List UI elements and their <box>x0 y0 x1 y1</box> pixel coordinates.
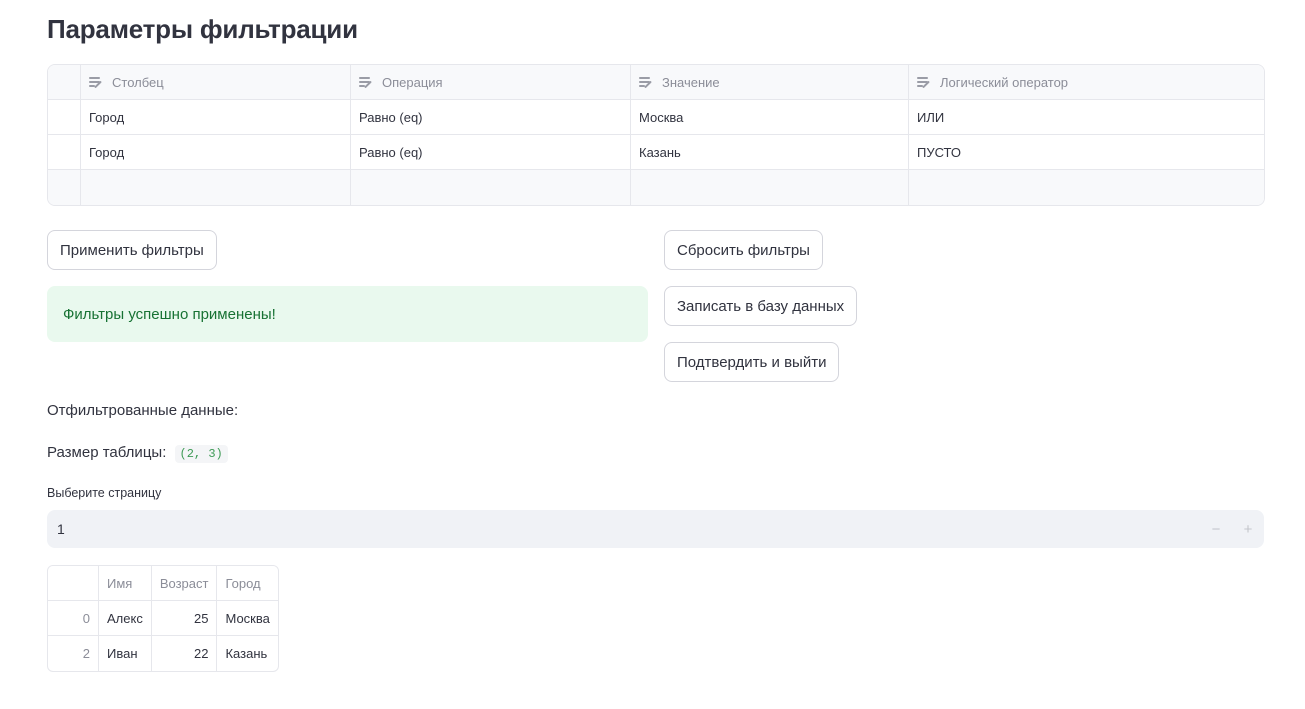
table-cell: Казань <box>225 646 268 661</box>
page-number-input[interactable]: 1 − + <box>47 510 1264 548</box>
table-size-line: Размер таблицы: (2, 3) <box>47 444 228 463</box>
grid-header-label: Столбец <box>112 74 164 90</box>
filter-editor-grid[interactable]: Столбец Операция Значение Логический опе… <box>47 64 1265 206</box>
table-cell: 22 <box>152 636 218 671</box>
grid-cell[interactable]: Город <box>81 135 351 169</box>
page-select-label: Выберите страницу <box>47 486 162 500</box>
reset-filters-button[interactable]: Сбросить фильтры <box>664 230 823 270</box>
grid-cell-empty[interactable] <box>631 170 909 205</box>
grid-header-value[interactable]: Значение <box>631 65 909 99</box>
grid-row-index[interactable] <box>48 170 81 205</box>
grid-cell[interactable]: Москва <box>631 100 909 134</box>
grid-cell[interactable]: ПУСТО <box>909 135 1264 169</box>
grid-cell[interactable]: Равно (eq) <box>351 100 631 134</box>
grid-cell[interactable]: ИЛИ <box>909 100 1264 134</box>
save-to-database-button[interactable]: Записать в базу данных <box>664 286 858 326</box>
grid-header-label: Значение <box>662 74 720 90</box>
increment-button[interactable]: + <box>1232 510 1264 548</box>
page-title: Параметры фильтрации <box>47 14 358 44</box>
table-cell: Алекс <box>99 601 152 636</box>
grid-cell-empty[interactable] <box>909 170 1264 205</box>
grid-cell[interactable]: Равно (eq) <box>351 135 631 169</box>
edit-icon <box>89 76 104 89</box>
edit-icon <box>639 76 654 89</box>
confirm-and-exit-button[interactable]: Подтвердить и выйти <box>664 342 840 382</box>
grid-row-index[interactable] <box>48 100 81 134</box>
grid-row: Город Равно (eq) Казань ПУСТО <box>48 135 1264 170</box>
table-cell: Иван <box>99 636 152 671</box>
grid-header-logic-operator[interactable]: Логический оператор <box>909 65 1264 99</box>
table-size-value: (2, 3) <box>174 445 228 463</box>
table-header-row: Имя Возраст Город <box>48 566 278 601</box>
grid-header-label: Операция <box>382 74 443 90</box>
grid-cell-empty[interactable] <box>351 170 631 205</box>
column-header[interactable]: Возраст <box>151 566 218 601</box>
edit-icon <box>359 76 374 89</box>
grid-cell[interactable]: Казань <box>631 135 909 169</box>
table-size-label: Размер таблицы: <box>47 444 167 461</box>
grid-header-column[interactable]: Столбец <box>81 65 351 99</box>
table-cell: 25 <box>151 601 218 636</box>
filtered-data-table: Имя Возраст Город 0 Алекс 25 Москва 2 Ив… <box>47 565 279 672</box>
page-number-value[interactable]: 1 <box>47 521 1200 537</box>
apply-filters-button[interactable]: Применить фильтры <box>47 230 217 270</box>
table-cell: Москва <box>217 601 278 636</box>
edit-icon <box>917 76 932 89</box>
row-index: 0 <box>48 601 99 636</box>
column-header[interactable]: Имя <box>99 566 152 601</box>
grid-cell-empty[interactable] <box>81 170 351 205</box>
index-header <box>48 566 99 601</box>
table-row: 2 Иван 22 Казань <box>48 636 278 671</box>
grid-row: Город Равно (eq) Москва ИЛИ <box>48 100 1264 135</box>
grid-header-operation[interactable]: Операция <box>351 65 631 99</box>
filtered-data-heading: Отфильтрованные данные: <box>47 402 239 419</box>
decrement-button[interactable]: − <box>1200 510 1232 548</box>
grid-row-index-header <box>48 65 81 99</box>
grid-row-index[interactable] <box>48 135 81 169</box>
grid-header-label: Логический оператор <box>940 74 1069 90</box>
row-index: 2 <box>48 636 99 671</box>
column-header[interactable]: Город <box>217 566 278 601</box>
grid-add-row[interactable] <box>48 170 1264 205</box>
grid-header-row: Столбец Операция Значение Логический опе… <box>48 65 1264 100</box>
success-alert-text: Фильтры успешно применены! <box>63 305 276 323</box>
grid-cell[interactable]: Город <box>81 100 351 134</box>
table-row: 0 Алекс 25 Москва <box>48 601 278 636</box>
success-alert: Фильтры успешно применены! <box>47 286 648 342</box>
